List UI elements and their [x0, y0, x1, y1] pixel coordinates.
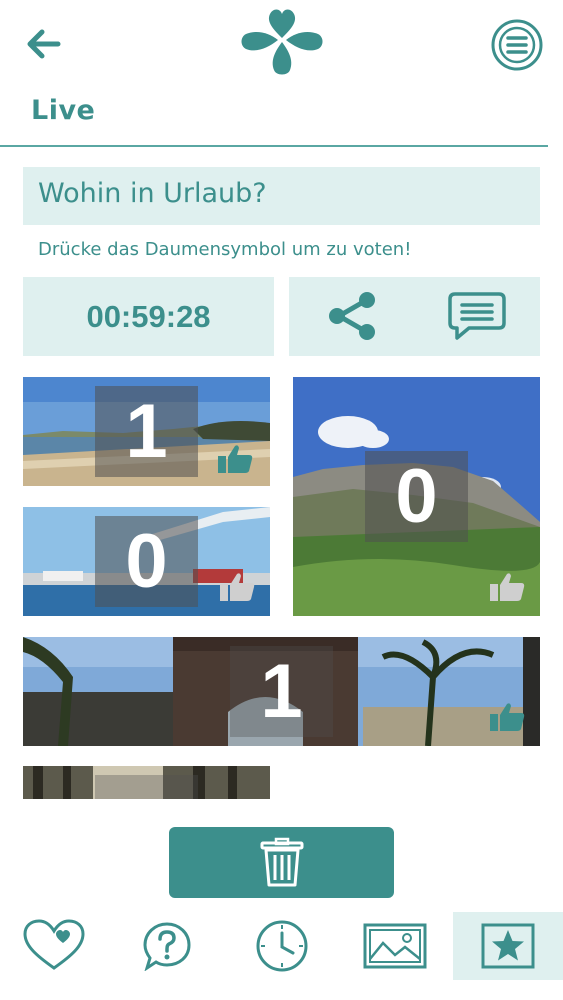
tab-favorites-star[interactable]	[453, 912, 563, 980]
share-button[interactable]	[325, 290, 379, 342]
menu-icon	[491, 19, 543, 71]
tab-history[interactable]	[228, 912, 335, 980]
vote-count-box: 1	[95, 386, 198, 477]
clock-icon	[256, 920, 307, 972]
thumbs-up-icon[interactable]	[218, 571, 258, 603]
star-icon	[481, 923, 535, 969]
vote-count: 1	[260, 649, 303, 734]
thumbs-up-icon[interactable]	[216, 443, 256, 475]
heart-icon	[22, 919, 85, 970]
vote-count: 0	[395, 454, 438, 539]
comment-icon	[448, 292, 506, 340]
thumbs-up-icon[interactable]	[488, 571, 528, 603]
image-icon	[363, 923, 426, 969]
vote-hint: Drücke das Daumensymbol um zu voten!	[38, 239, 412, 260]
vote-count: 1	[125, 389, 168, 474]
share-icon	[329, 292, 375, 340]
tab-gallery[interactable]	[341, 912, 448, 980]
photo-tile-mountain[interactable]: 0	[293, 377, 540, 616]
photo-tile-beach[interactable]: 1	[23, 377, 270, 486]
comment-button[interactable]	[447, 291, 507, 341]
clover-logo-icon	[236, 4, 328, 82]
photo-tile-arch[interactable]: 1	[23, 637, 540, 746]
vote-count-box	[95, 775, 198, 799]
photo-tile-harbor[interactable]: 0	[23, 507, 270, 616]
countdown-timer: 00:59:28	[86, 298, 211, 334]
tab-favorites[interactable]	[0, 912, 107, 980]
photo-tile-forest[interactable]	[23, 766, 270, 799]
vote-count: 0	[125, 519, 168, 604]
question-icon	[142, 922, 191, 971]
back-arrow-icon	[27, 29, 61, 59]
divider	[0, 145, 548, 147]
poll-question: Wohin in Urlaub?	[38, 178, 267, 209]
vote-count-box: 0	[365, 451, 468, 542]
vote-count-box: 0	[95, 516, 198, 607]
trash-icon	[256, 837, 308, 889]
vote-count-box: 1	[230, 646, 333, 737]
thumbs-up-icon[interactable]	[488, 701, 528, 733]
back-button[interactable]	[22, 22, 66, 66]
menu-button[interactable]	[490, 18, 544, 72]
section-title: Live	[31, 95, 96, 126]
tab-help[interactable]	[113, 912, 220, 980]
